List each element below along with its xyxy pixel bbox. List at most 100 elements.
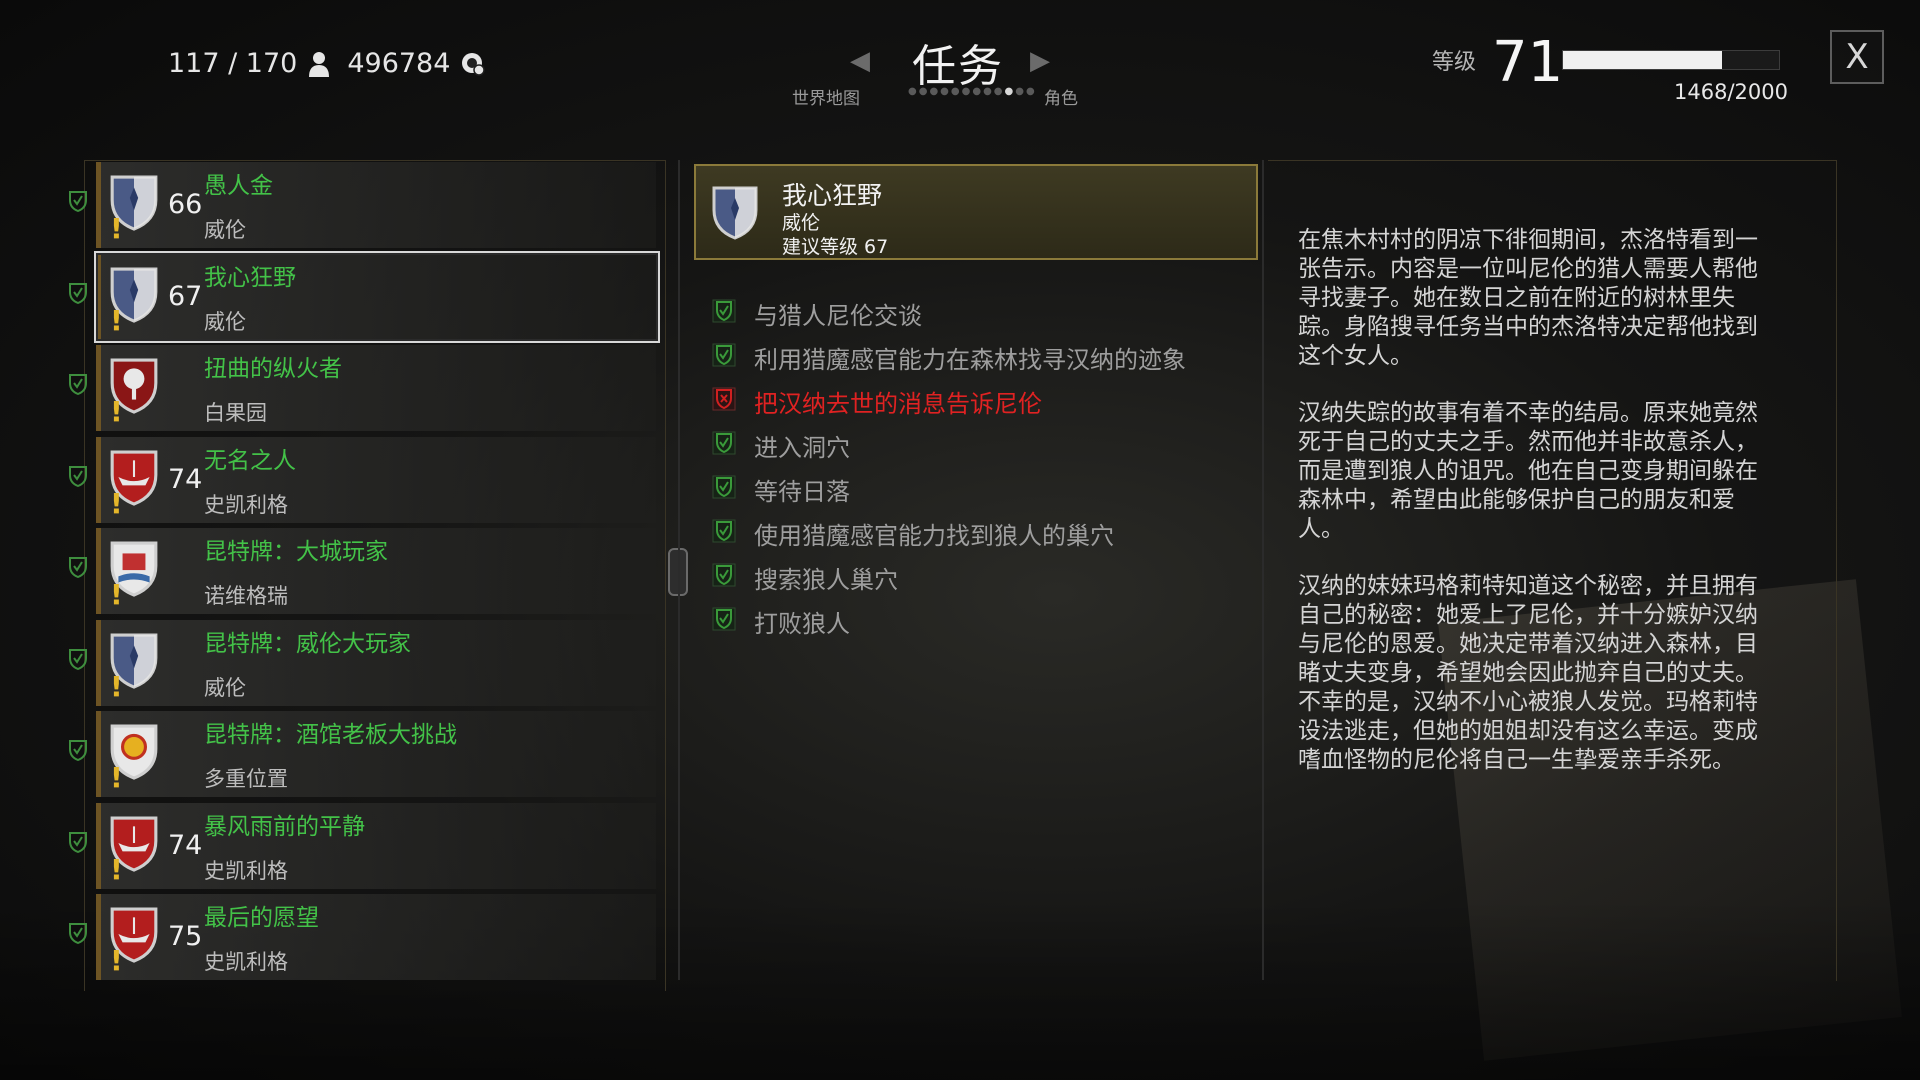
quest-level: 75 — [168, 921, 203, 952]
exclamation-icon: ! — [110, 852, 123, 886]
exclamation-icon: ! — [110, 761, 123, 794]
objective-text: 搜索狼人巢穴 — [754, 565, 898, 594]
exclamation-icon: ! — [110, 578, 123, 611]
quest-region: 诺维格瑞 — [204, 584, 288, 608]
next-tab-arrow-icon[interactable]: ▶ — [1030, 46, 1050, 76]
quest-level: 74 — [168, 463, 203, 495]
quest-region: 白果园 — [204, 401, 267, 425]
level-label: 等级 — [1432, 50, 1477, 75]
quest-level: 67 — [168, 280, 203, 312]
exclamation-icon: ! — [110, 303, 123, 337]
quest-tracked-icon — [68, 373, 88, 396]
close-button[interactable]: X — [1830, 30, 1884, 84]
description-paragraph: 汉纳失踪的故事有着不幸的结局。原来她竟然死于自己的丈夫之手。然而他并非故意杀人，… — [1298, 400, 1758, 542]
tab-world-map[interactable]: 世界地图 — [792, 84, 860, 109]
quest-tracked-icon — [68, 922, 88, 945]
quest-level: 74 — [168, 829, 203, 861]
objective-done-icon — [712, 519, 736, 547]
quest-list-item[interactable]: ! 74 无名之人史凯利格 — [96, 436, 656, 523]
objective-item: 搜索狼人巢穴 — [712, 562, 898, 594]
objective-item: 进入洞穴 — [712, 430, 850, 462]
objective-done-icon — [712, 431, 736, 459]
level-value: 71 — [1492, 30, 1564, 95]
quest-name: 我心狂野 — [204, 264, 296, 291]
objective-text: 打败狼人 — [754, 609, 850, 638]
crowns-count: 496784 — [347, 48, 451, 79]
objective-text: 利用猎魔感官能力在森林找寻汉纳的迹象 — [754, 345, 1186, 374]
quest-name: 无名之人 — [204, 447, 296, 474]
quest-list-item[interactable]: ! 67 我心狂野威伦 — [94, 250, 660, 343]
velen-shield-icon — [712, 186, 758, 240]
objective-item: 打败狼人 — [712, 606, 850, 638]
objective-done-icon — [712, 475, 736, 503]
quest-tracked-icon — [68, 465, 88, 487]
quest-list-item[interactable]: ! 扭曲的纵火者 白果园 — [96, 345, 656, 431]
quest-row-background — [101, 345, 656, 431]
xp-bar-fill — [1563, 51, 1722, 69]
selected-quest-header: 我心狂野 威伦 建议等级 67 — [694, 164, 1258, 260]
prev-tab-arrow-icon[interactable]: ◀ — [850, 46, 870, 76]
crowns-icon — [462, 52, 486, 76]
quest-tracked-icon — [68, 556, 88, 579]
objective-text: 把汉纳去世的消息告诉尼伦 — [754, 389, 1042, 418]
quest-name: 愚人金 — [204, 173, 273, 199]
selected-quest-suggested-level: 建议等级 67 — [782, 236, 889, 258]
exclamation-icon: ! — [110, 669, 123, 703]
description-paragraph: 在焦木村村的阴凉下徘徊期间，杰洛特看到一张告示。内容是一位叫尼伦的猎人需要人帮他… — [1298, 227, 1758, 369]
quest-list-item[interactable]: ! 昆特牌：大城玩家 诺维格瑞 — [96, 528, 656, 614]
quest-region: 史凯利格 — [204, 950, 288, 974]
quest-name: 昆特牌：酒馆老板大挑战 — [204, 722, 457, 748]
quest-list-item[interactable]: ! 66 愚人金威伦 — [96, 162, 656, 248]
quest-list-item[interactable]: ! 75 最后的愿望史凯利格 — [96, 894, 656, 980]
quest-name: 最后的愿望 — [204, 905, 319, 931]
exclamation-icon: ! — [110, 944, 123, 977]
quest-description: 在焦木村村的阴凉下徘徊期间，杰洛特看到一张告示。内容是一位叫尼伦的猎人需要人帮他… — [1298, 226, 1758, 803]
page-title: 任务 — [912, 41, 1004, 92]
objective-done-icon — [712, 343, 736, 371]
objective-text: 等待日落 — [754, 477, 850, 506]
objective-done-icon — [712, 299, 736, 327]
quest-list-item[interactable]: ! 74 暴风雨前的平静 史凯利格 — [96, 802, 656, 889]
xp-text: 1468/2000 — [1674, 80, 1788, 104]
quest-tracked-icon — [68, 739, 88, 762]
quest-tracked-icon — [68, 831, 88, 853]
inventory-count: 117 / 170 — [168, 48, 298, 79]
quest-region: 史凯利格 — [204, 492, 288, 517]
quest-name: 扭曲的纵火者 — [204, 356, 342, 382]
quest-region: 威伦 — [204, 218, 246, 242]
quest-list-item[interactable]: ! 昆特牌：威伦大玩家 威伦 — [96, 619, 656, 706]
quest-tracked-icon — [68, 190, 88, 213]
exclamation-icon: ! — [110, 486, 123, 520]
page-indicator-dots: ●●●●●●●●●●●● — [908, 86, 1037, 97]
objective-text: 与猎人尼伦交谈 — [754, 301, 922, 330]
exclamation-icon: ! — [110, 395, 123, 428]
quest-name: 昆特牌：威伦大玩家 — [204, 630, 411, 657]
objective-item: 与猎人尼伦交谈 — [712, 298, 922, 330]
exclamation-icon: ! — [110, 212, 123, 245]
close-label: X — [1845, 37, 1869, 77]
quest-region: 史凯利格 — [204, 858, 288, 883]
objective-done-icon — [712, 607, 736, 635]
quest-region: 威伦 — [204, 675, 246, 700]
quest-region: 威伦 — [204, 309, 246, 334]
objective-item: 使用猎魔感官能力找到狼人的巢穴 — [712, 518, 1114, 550]
quest-tracked-icon — [68, 282, 88, 304]
panel-divider-left — [678, 160, 680, 980]
objective-text: 进入洞穴 — [754, 433, 850, 462]
objective-item: 把汉纳去世的消息告诉尼伦 — [712, 386, 1042, 418]
objective-item: 利用猎魔感官能力在森林找寻汉纳的迹象 — [712, 342, 1186, 374]
selected-quest-region: 威伦 — [782, 212, 821, 234]
objective-done-icon — [712, 563, 736, 591]
quest-list-item[interactable]: ! 昆特牌：酒馆老板大挑战 多重位置 — [96, 711, 656, 797]
selected-quest-name: 我心狂野 — [782, 181, 883, 210]
quest-level: 66 — [168, 189, 203, 220]
inventory-counter: 117 / 170 496784 — [168, 48, 486, 79]
objective-item: 等待日落 — [712, 474, 850, 506]
quest-tracked-icon — [68, 648, 88, 670]
quest-region: 多重位置 — [204, 767, 288, 791]
weight-icon — [309, 51, 330, 77]
tab-character[interactable]: 角色 — [1044, 84, 1078, 109]
description-paragraph: 汉纳的妹妹玛格莉特知道这个秘密，并且拥有自己的秘密：她爱上了尼伦，并十分嫉妒汉纳… — [1298, 573, 1758, 773]
quest-name: 昆特牌：大城玩家 — [204, 539, 388, 565]
objective-text: 使用猎魔感官能力找到狼人的巢穴 — [754, 521, 1114, 550]
